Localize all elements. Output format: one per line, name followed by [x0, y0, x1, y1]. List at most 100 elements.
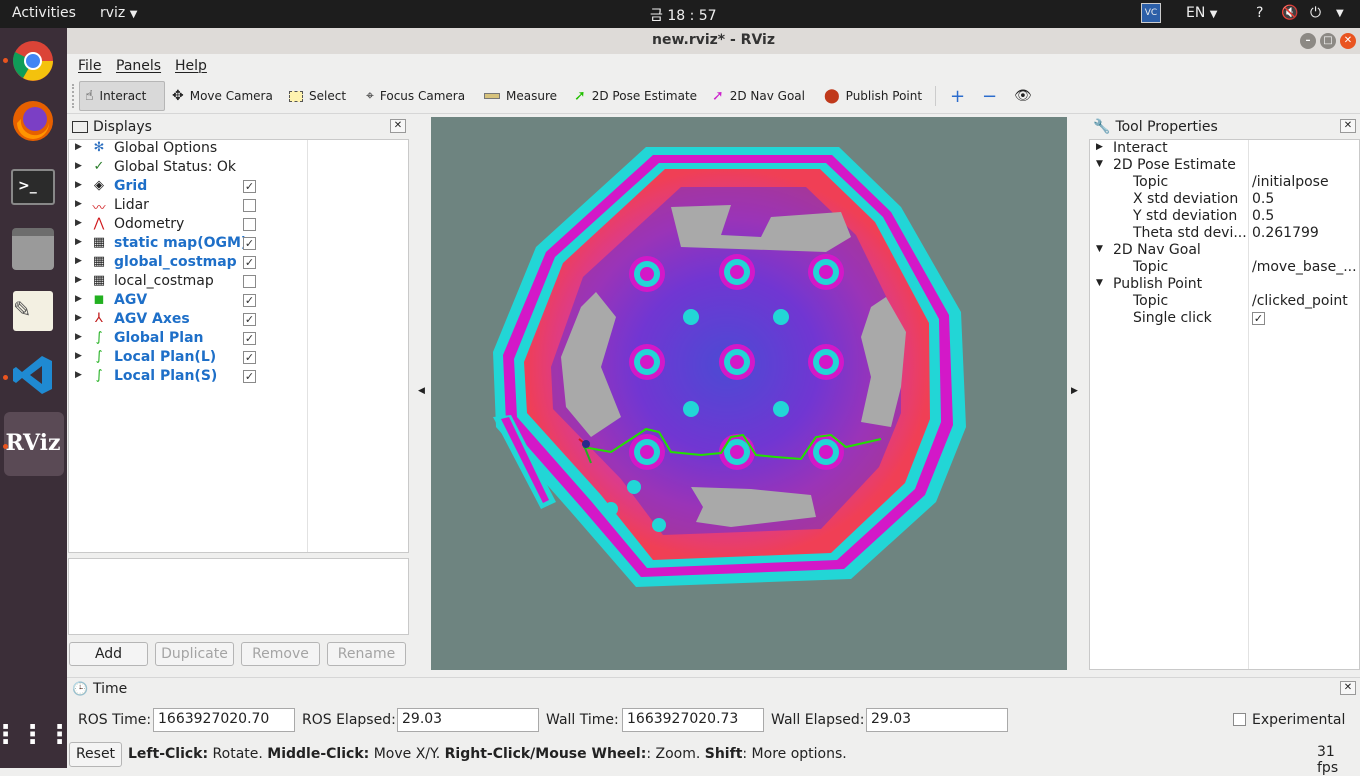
add-button[interactable]: Add [69, 642, 148, 666]
single-click-checkbox[interactable]: ✓ [1252, 312, 1265, 325]
expand-arrow-icon[interactable]: ▶ [75, 294, 82, 304]
menu-help[interactable]: Help [175, 58, 207, 74]
power-icon[interactable]: ⏻ [1310, 5, 1321, 21]
enable-checkbox[interactable]: ✓ [243, 180, 256, 193]
enable-checkbox[interactable]: ✓ [243, 351, 256, 364]
menu-file[interactable]: File [78, 58, 101, 74]
expand-arrow-icon[interactable]: ▶ [75, 351, 82, 361]
displays-close-button[interactable]: ✕ [390, 119, 406, 133]
move-camera-tool[interactable]: ✥ Move Camera [167, 81, 278, 111]
text-editor-icon[interactable]: ✎ [8, 286, 58, 336]
display-row-agv[interactable]: ▶ ◼ AGV ✓ [69, 292, 409, 311]
select-tool[interactable]: Select [284, 81, 351, 111]
prop-nav-goal[interactable]: ▼ 2D Nav Goal [1090, 242, 1360, 259]
enable-checkbox[interactable]: ✓ [243, 256, 256, 269]
enable-checkbox[interactable]: ✓ [243, 370, 256, 383]
expand-arrow-icon[interactable]: ▶ [1096, 142, 1103, 152]
reset-button[interactable]: Reset [69, 742, 122, 767]
time-close-button[interactable]: ✕ [1340, 681, 1356, 695]
expand-arrow-icon[interactable]: ▶ [75, 237, 82, 247]
close-button[interactable]: ✕ [1340, 33, 1356, 49]
display-row-global-options[interactable]: ▶ ✻ Global Options [69, 140, 409, 159]
remove-button[interactable]: Remove [241, 642, 320, 666]
help-icon[interactable]: ? [1256, 5, 1263, 21]
enable-checkbox[interactable] [243, 199, 256, 212]
rviz-icon[interactable]: RViz [5, 418, 60, 468]
vscode-icon[interactable] [8, 350, 58, 400]
focus-camera-tool[interactable]: ⌖ Focus Camera [361, 81, 470, 111]
file-manager-icon[interactable] [8, 224, 58, 274]
app-menu[interactable]: rviz ▼ [100, 5, 137, 21]
display-row-lidar[interactable]: ▶ 〰 Lidar [69, 197, 409, 216]
enable-checkbox[interactable] [243, 275, 256, 288]
prop-value[interactable]: /move_base_... [1252, 259, 1357, 275]
display-row-static-map[interactable]: ▶ ▦ static map(OGM) ✓ [69, 235, 409, 254]
display-row-grid[interactable]: ▶ ◈ Grid ✓ [69, 178, 409, 197]
prop-value[interactable]: 0.5 [1252, 191, 1357, 207]
minimize-button[interactable]: – [1300, 33, 1316, 49]
remove-tool-icon[interactable]: − [977, 81, 1002, 111]
prop-value[interactable]: 0.5 [1252, 208, 1357, 224]
display-row-local-plan-s[interactable]: ▶ ∫ Local Plan(S) ✓ [69, 368, 409, 387]
collapse-right-icon[interactable]: ▶ [1071, 386, 1078, 396]
chevron-down-icon[interactable]: ▼ [1336, 8, 1344, 19]
display-row-global-status[interactable]: ▶ ✓ Global Status: Ok [69, 159, 409, 178]
expand-arrow-icon[interactable]: ▶ [75, 370, 82, 380]
language-indicator[interactable]: EN ▼ [1186, 5, 1217, 21]
display-row-local-costmap[interactable]: ▶ ▦ local_costmap [69, 273, 409, 292]
duplicate-button[interactable]: Duplicate [155, 642, 234, 666]
nav-goal-tool[interactable]: ➚ 2D Nav Goal [707, 81, 810, 111]
prop-x-std[interactable]: X std deviation 0.5 [1090, 191, 1360, 208]
render-viewport[interactable] [431, 117, 1067, 670]
expand-arrow-icon[interactable]: ▶ [75, 142, 82, 152]
prop-y-std[interactable]: Y std deviation 0.5 [1090, 208, 1360, 225]
prop-pose-topic[interactable]: Topic/initialpose [1090, 174, 1360, 191]
tool-properties-close-button[interactable]: ✕ [1340, 119, 1356, 133]
enable-checkbox[interactable]: ✓ [243, 313, 256, 326]
display-row-global-plan[interactable]: ▶ ∫ Global Plan ✓ [69, 330, 409, 349]
expand-arrow-icon[interactable]: ▶ [75, 180, 82, 190]
display-row-global-costmap[interactable]: ▶ ▦ global_costmap ✓ [69, 254, 409, 273]
activities-button[interactable]: Activities [12, 5, 76, 21]
pose-estimate-tool[interactable]: ➚ 2D Pose Estimate [569, 81, 702, 111]
show-applications-icon[interactable]: ⋮⋮⋮ [0, 710, 73, 760]
enable-checkbox[interactable]: ✓ [243, 294, 256, 307]
expand-arrow-icon[interactable]: ▶ [75, 275, 82, 285]
expand-arrow-icon[interactable]: ▶ [75, 218, 82, 228]
volume-muted-icon[interactable]: 🔇 [1281, 5, 1298, 21]
expand-arrow-icon[interactable]: ▶ [75, 256, 82, 266]
expand-arrow-icon[interactable]: ▶ [75, 332, 82, 342]
collapse-arrow-icon[interactable]: ▼ [1096, 159, 1103, 169]
terminal-icon[interactable]: >_ [8, 162, 58, 212]
enable-checkbox[interactable] [243, 218, 256, 231]
expand-arrow-icon[interactable]: ▶ [75, 313, 82, 323]
chrome-icon[interactable] [8, 36, 58, 86]
wall-time-field[interactable]: 1663927020.73 [622, 708, 764, 732]
display-row-local-plan-l[interactable]: ▶ ∫ Local Plan(L) ✓ [69, 349, 409, 368]
prop-theta-std[interactable]: Theta std devi... 0.261799 [1090, 225, 1360, 242]
prop-publish-point[interactable]: ▼ Publish Point [1090, 276, 1360, 293]
measure-tool[interactable]: Measure [479, 81, 562, 111]
publish-point-tool[interactable]: ⬤ Publish Point [819, 81, 927, 111]
ros-elapsed-field[interactable]: 29.03 [397, 708, 539, 732]
collapse-left-icon[interactable]: ◀ [418, 386, 425, 396]
interact-tool[interactable]: ☝ Interact [79, 81, 165, 111]
prop-single-click[interactable]: Single click ✓ [1090, 310, 1360, 327]
firefox-icon[interactable] [8, 96, 58, 146]
rename-button[interactable]: Rename [327, 642, 406, 666]
clock[interactable]: 금 18 : 57 [650, 5, 717, 25]
enable-checkbox[interactable]: ✓ [243, 237, 256, 250]
prop-nav-topic[interactable]: Topic/move_base_... [1090, 259, 1360, 276]
menu-panels[interactable]: Panels [116, 58, 161, 74]
vnc-icon[interactable]: VC [1141, 3, 1161, 23]
wall-elapsed-field[interactable]: 29.03 [866, 708, 1008, 732]
add-tool-icon[interactable]: + [945, 81, 970, 111]
prop-pose-estimate[interactable]: ▼ 2D Pose Estimate [1090, 157, 1360, 174]
collapse-arrow-icon[interactable]: ▼ [1096, 244, 1103, 254]
ros-time-field[interactable]: 1663927020.70 [153, 708, 295, 732]
maximize-button[interactable]: □ [1320, 33, 1336, 49]
expand-arrow-icon[interactable]: ▶ [75, 161, 82, 171]
display-row-odometry[interactable]: ▶ ⋀ Odometry [69, 216, 409, 235]
display-row-agv-axes[interactable]: ▶ ⅄ AGV Axes ✓ [69, 311, 409, 330]
collapse-arrow-icon[interactable]: ▼ [1096, 278, 1103, 288]
